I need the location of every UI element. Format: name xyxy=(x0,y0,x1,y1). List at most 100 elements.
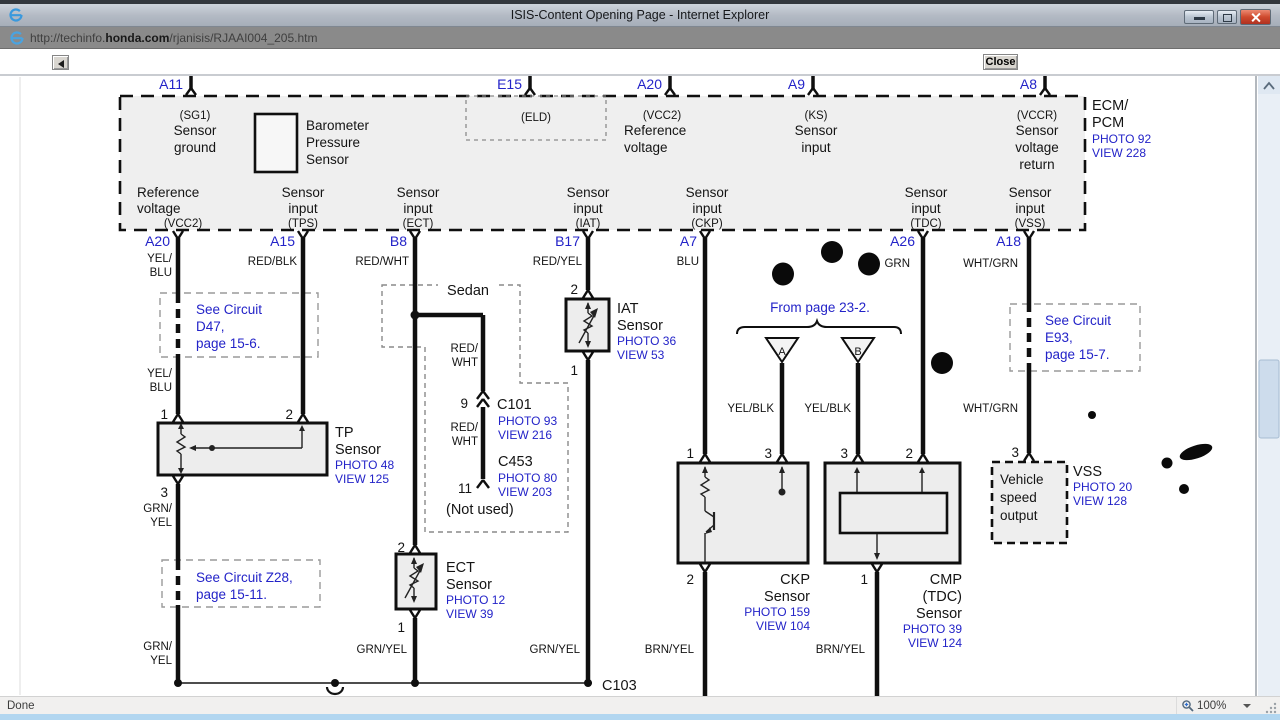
resize-grip[interactable] xyxy=(1264,701,1277,714)
component-name-label: Sensor xyxy=(446,577,492,593)
scrollbar-up-button[interactable] xyxy=(1258,76,1280,94)
signal-label: Sensor xyxy=(567,185,610,200)
wire-color-label: WHT/GRN xyxy=(963,258,1018,270)
component-name-label: VSS xyxy=(1073,464,1102,480)
signal-label: input xyxy=(692,201,722,216)
signal-label: Pressure xyxy=(306,135,360,150)
signal-label: Sensor xyxy=(282,185,325,200)
barometer-pressure-sensor-box xyxy=(253,112,299,174)
component-name-label: Sensor xyxy=(916,606,962,622)
component-name-label: Sensor xyxy=(617,318,663,334)
ckp-sensor-box xyxy=(676,461,810,565)
sensor-boxes xyxy=(156,297,1069,611)
photo-view-link[interactable]: VIEW 124 xyxy=(908,636,962,650)
wire-color-label: YEL/ xyxy=(147,368,173,380)
wire-color-label: RED/YEL xyxy=(533,256,583,268)
signal-label: input xyxy=(403,201,433,216)
reference-note: From page 23-2. xyxy=(770,300,870,315)
component-name-label: PCM xyxy=(1092,115,1124,131)
pin-number-label: 2 xyxy=(570,282,578,297)
photo-view-link[interactable]: PHOTO 39 xyxy=(903,622,962,636)
wire-color-label: (SG1) xyxy=(180,110,211,122)
cmp-inner-element xyxy=(838,491,949,535)
minimize-icon xyxy=(1194,17,1205,20)
address-bar[interactable]: http://techinfo.honda.com/rjanisis/RJAAI… xyxy=(0,27,1280,49)
component-name-label: ECM/ xyxy=(1092,98,1129,114)
c103-ground-line xyxy=(174,679,592,696)
wire-color-label: WHT xyxy=(452,436,478,448)
minimize-button[interactable] xyxy=(1184,10,1214,24)
photo-view-link[interactable]: VIEW 203 xyxy=(498,485,552,499)
signal-label: Reference xyxy=(624,123,686,138)
wire-color-label: BRN/YEL xyxy=(645,644,695,656)
pin-number-label: 1 xyxy=(570,363,578,378)
zoom-dropdown-arrow[interactable] xyxy=(1243,704,1251,708)
signal-label: voltage xyxy=(624,140,668,155)
wire-color-label: BLU xyxy=(677,256,699,268)
photo-view-link[interactable]: PHOTO 12 xyxy=(446,593,505,607)
photo-view-link[interactable]: PHOTO 48 xyxy=(335,458,394,472)
reference-note: See Circuit xyxy=(1045,313,1111,328)
close-window-button[interactable] xyxy=(1240,9,1271,25)
close-content-button[interactable]: Close xyxy=(983,54,1018,70)
pin-id-label: A18 xyxy=(996,233,1021,249)
back-icon xyxy=(58,59,64,68)
photo-view-link[interactable]: PHOTO 36 xyxy=(617,334,676,348)
reference-note: page 15-6. xyxy=(196,336,261,351)
maximize-button[interactable] xyxy=(1217,10,1237,24)
photo-view-link[interactable]: VIEW 39 xyxy=(446,607,494,621)
back-button[interactable] xyxy=(52,55,69,70)
ie-page-icon xyxy=(10,31,24,45)
signal-label: Reference xyxy=(137,185,199,200)
pin-id-label: A11 xyxy=(159,76,183,92)
pin-number-label: 9 xyxy=(460,396,468,411)
photo-view-link[interactable]: PHOTO 80 xyxy=(498,471,557,485)
signal-label: input xyxy=(911,201,941,216)
component-name-label: Sensor xyxy=(335,442,381,458)
photo-view-link[interactable]: PHOTO 159 xyxy=(744,605,810,619)
window-bottom-edge xyxy=(0,714,1280,720)
component-name-label: ECT xyxy=(446,560,475,576)
pin-number-label: 2 xyxy=(285,407,293,422)
zoom-control[interactable]: 100% xyxy=(1181,697,1261,714)
photo-view-link[interactable]: VIEW 104 xyxy=(756,619,810,633)
photo-view-link[interactable]: VIEW 228 xyxy=(1092,146,1146,160)
wire-color-label: YEL xyxy=(150,517,172,529)
vertical-scrollbar[interactable] xyxy=(1258,76,1280,696)
pin-number-label: 2 xyxy=(905,446,913,461)
wire-color-label: RED/WHT xyxy=(355,256,409,268)
wire-color-label: RED/ xyxy=(451,422,479,434)
scrollbar-thumb[interactable] xyxy=(1258,359,1280,439)
signal-label: voltage xyxy=(1015,140,1059,155)
signal-label: Barometer xyxy=(306,118,370,133)
photo-view-link[interactable]: PHOTO 20 xyxy=(1073,480,1132,494)
photo-view-link[interactable]: PHOTO 93 xyxy=(498,414,557,428)
url-text[interactable]: http://techinfo.honda.com/rjanisis/RJAAI… xyxy=(30,31,317,45)
reference-note: page 15-7. xyxy=(1045,347,1110,362)
pin-id-label: A15 xyxy=(270,233,295,249)
pin-id-label: B8 xyxy=(390,233,407,249)
signal-label: input xyxy=(1015,201,1045,216)
photo-view-link[interactable]: VIEW 128 xyxy=(1073,494,1127,508)
photo-view-link[interactable]: VIEW 125 xyxy=(335,472,389,486)
wire-color-label: (IAT) xyxy=(576,218,601,230)
wire-color-label: (ELD) xyxy=(521,112,551,124)
wire-color-label: (KS) xyxy=(805,110,828,122)
splice-letter: A xyxy=(778,346,786,358)
photo-view-link[interactable]: VIEW 53 xyxy=(617,348,665,362)
photo-view-link[interactable]: PHOTO 92 xyxy=(1092,132,1151,146)
window-top-edge xyxy=(0,0,1280,4)
pin-id-label: E15 xyxy=(497,76,522,92)
component-name-label: Sensor xyxy=(764,589,810,605)
component-name-label: (TDC) xyxy=(923,589,962,605)
signal-label: Sensor xyxy=(397,185,440,200)
signal-label: Sensor xyxy=(1016,123,1059,138)
reference-note: D47, xyxy=(196,319,225,334)
pin-number-label: 2 xyxy=(397,540,405,555)
zoom-level: 100% xyxy=(1197,700,1227,712)
wire-color-label: YEL/BLK xyxy=(804,403,851,415)
reference-note: page 15-11. xyxy=(196,587,267,602)
pin-number-label: 1 xyxy=(397,620,405,635)
pin-number-label: 11 xyxy=(458,481,472,496)
photo-view-link[interactable]: VIEW 216 xyxy=(498,428,552,442)
